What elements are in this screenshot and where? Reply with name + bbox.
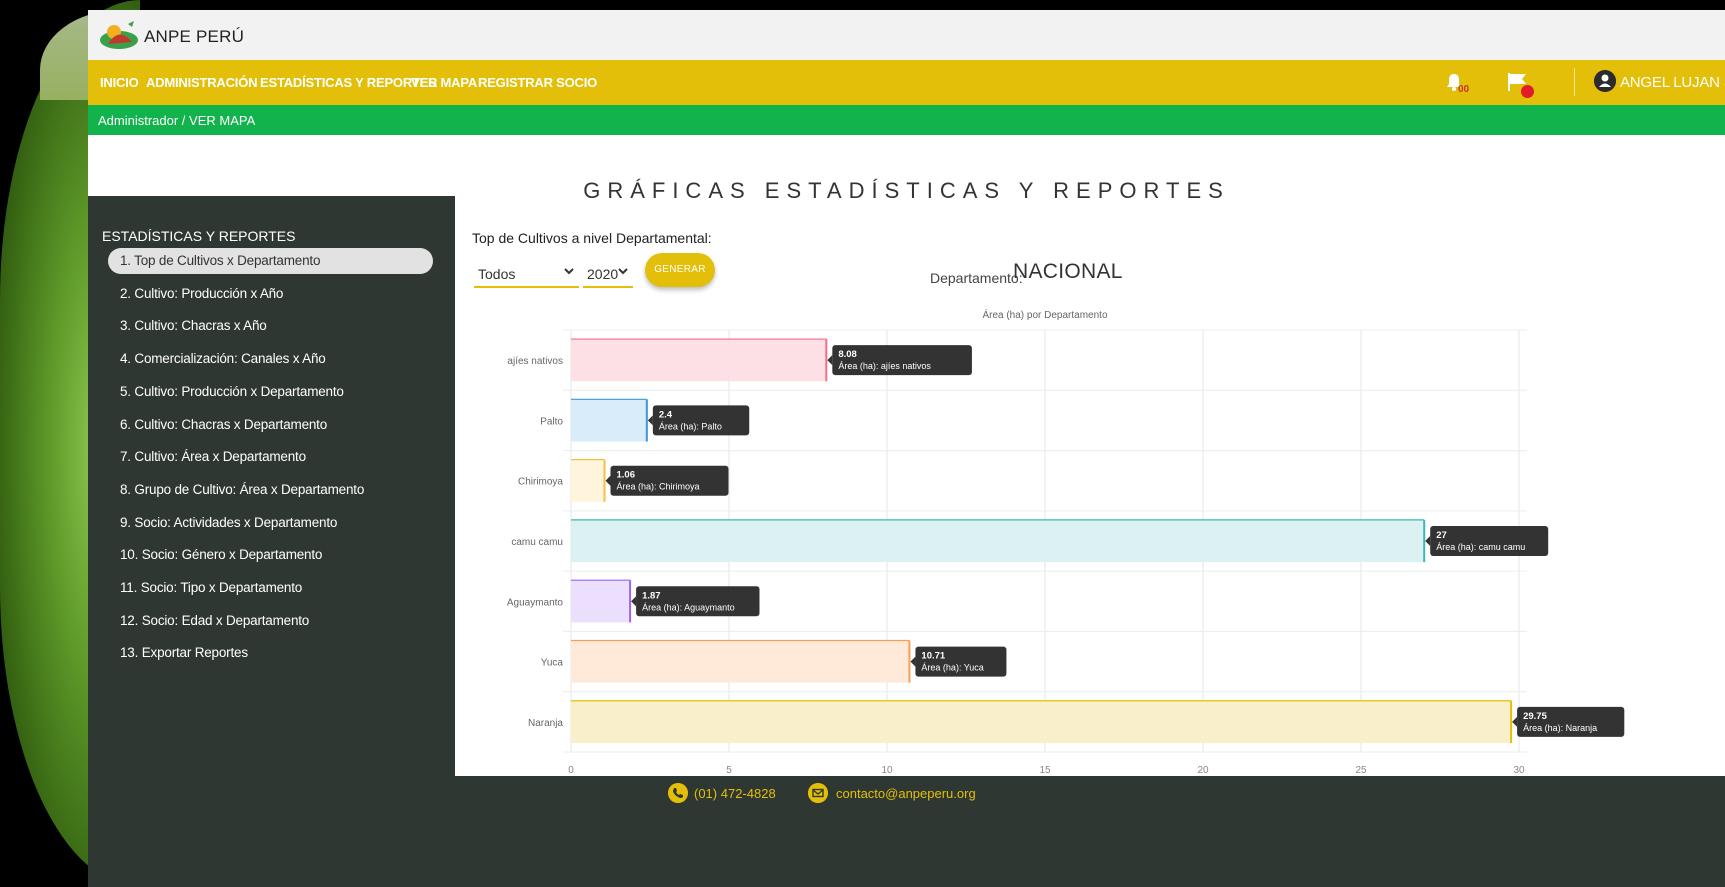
nav-item-inicio[interactable]: INICIO	[100, 75, 139, 90]
app-window: ANPE PERÚ INICIO ADMINISTRACIÓN ESTADÍST…	[88, 10, 1725, 887]
content-heading: Top de Cultivos a nivel Departamental:	[472, 230, 712, 246]
tooltip-label: Área (ha): camu camu	[1436, 542, 1525, 552]
bar[interactable]	[571, 580, 631, 623]
sidebar-item-9[interactable]: 9. Socio: Actividades x Departamento	[108, 510, 433, 536]
sidebar-item-7[interactable]: 7. Cultivo: Área x Departamento	[108, 444, 433, 470]
sidebar-title: ESTADÍSTICAS Y REPORTES	[102, 228, 296, 244]
tooltip-value: 29.75	[1523, 711, 1547, 722]
brand-name: ANPE PERÚ	[144, 27, 245, 46]
user-avatar-icon[interactable]	[1594, 70, 1616, 92]
tooltip-caret	[605, 475, 611, 486]
tooltip-caret	[1512, 716, 1518, 727]
department-label: Departamento:	[930, 270, 1023, 286]
bar[interactable]	[571, 339, 827, 382]
tooltip-label: Área (ha): Yuca	[921, 663, 983, 673]
bar[interactable]	[571, 519, 1425, 563]
department-select[interactable]: Todos	[474, 260, 579, 288]
tooltip-caret	[647, 415, 653, 426]
tooltip-label: Área (ha): Palto	[659, 421, 722, 431]
x-tick-label: 20	[1197, 765, 1209, 776]
bar[interactable]	[571, 640, 910, 683]
nav-item-ver-mapa[interactable]: VER MAPA	[411, 75, 477, 90]
sidebar-item-2[interactable]: 2. Cultivo: Producción x Año	[108, 281, 433, 307]
footer: (01) 472-4828 contacto@anpeperu.org	[88, 776, 1725, 887]
tooltip-value: 2.4	[659, 409, 673, 420]
year-select-value: 2020	[587, 266, 619, 282]
x-tick-label: 0	[568, 765, 574, 776]
main-navbar: INICIO ADMINISTRACIÓN ESTADÍSTICAS Y REP…	[88, 60, 1725, 105]
y-category-label: Palto	[540, 416, 563, 427]
sidebar-item-10[interactable]: 10. Socio: Género x Departamento	[108, 542, 433, 568]
nav-item-administracion[interactable]: ADMINISTRACIÓN	[146, 75, 258, 90]
notification-count: 00	[1458, 84, 1470, 95]
bar[interactable]	[571, 399, 647, 442]
department-select-value: Todos	[478, 266, 516, 282]
y-category-label: Yuca	[541, 658, 564, 669]
bar[interactable]	[571, 700, 1512, 743]
y-category-label: Chirimoya	[518, 477, 563, 488]
tooltip-value: 27	[1436, 530, 1447, 541]
sidebar-item-5[interactable]: 5. Cultivo: Producción x Departamento	[108, 379, 433, 405]
area-bar-chart: Área (ha) por Departamento 0 5 10 15 20 25 30 aj…	[507, 308, 1625, 776]
x-tick-label: 15	[1039, 765, 1051, 776]
sidebar-item-4[interactable]: 4. Comercialización: Canales x Año	[108, 346, 433, 372]
breadcrumb-bar: Administrador / VER MAPA	[88, 105, 1725, 135]
sidebar-item-13[interactable]: 13. Exportar Reportes	[108, 640, 433, 666]
tooltip-label: Área (ha): ajíes nativos	[838, 361, 931, 371]
tooltip-caret	[827, 355, 833, 366]
chart-title: Área (ha) por Departamento	[982, 308, 1108, 321]
bar[interactable]	[571, 459, 605, 502]
sidebar-item-3[interactable]: 3. Cultivo: Chacras x Año	[108, 313, 433, 339]
mail-icon	[808, 783, 828, 803]
y-category-label: Aguaymanto	[507, 597, 564, 608]
tooltip-caret	[1425, 536, 1431, 546]
brand-bar: ANPE PERÚ	[88, 10, 1725, 60]
tooltip-caret	[910, 656, 916, 667]
department-value: NACIONAL	[1013, 260, 1123, 283]
y-category-label: camu camu	[511, 537, 563, 548]
email-link[interactable]: contacto@anpeperu.org	[836, 786, 976, 801]
screen: ANPE PERÚ INICIO ADMINISTRACIÓN ESTADÍST…	[0, 0, 1725, 887]
alert-dot	[1521, 85, 1534, 98]
breadcrumb[interactable]: Administrador / VER MAPA	[98, 113, 255, 128]
x-tick-label: 30	[1513, 765, 1525, 776]
tooltip-label: Área (ha): Chirimoya	[616, 482, 699, 492]
phone-link[interactable]: (01) 472-4828	[694, 786, 776, 801]
sidebar-item-11[interactable]: 11. Socio: Tipo x Departamento	[108, 575, 433, 601]
nav-divider	[1574, 68, 1575, 96]
tooltip-caret	[631, 596, 637, 607]
y-category-label: ajíes nativos	[507, 356, 563, 367]
phone-icon	[668, 783, 688, 803]
chevron-down-icon	[564, 268, 574, 275]
generate-button[interactable]: GENERAR	[645, 253, 715, 287]
tooltip-value: 8.08	[838, 349, 857, 360]
sidebar-item-8[interactable]: 8. Grupo de Cultivo: Área x Departamento	[108, 477, 433, 503]
logo-icon[interactable]	[98, 20, 140, 50]
tooltip-label: Área (ha): Naranja	[1523, 723, 1597, 733]
tooltip-value: 10.71	[921, 651, 945, 662]
x-tick-label: 5	[726, 765, 732, 776]
nav-item-registrar-socio[interactable]: REGISTRAR SOCIO	[478, 75, 597, 90]
chevron-down-icon	[618, 268, 628, 275]
user-name[interactable]: ANGEL LUJAN SANCHEZ	[1620, 74, 1725, 91]
sidebar-item-1[interactable]: 1. Top de Cultivos x Departamento	[108, 248, 433, 274]
sidebar: ESTADÍSTICAS Y REPORTES 1. Top de Cultiv…	[88, 196, 455, 776]
sidebar-item-12[interactable]: 12. Socio: Edad x Departamento	[108, 608, 433, 634]
tooltip-value: 1.06	[616, 470, 635, 481]
x-tick-label: 25	[1355, 765, 1367, 776]
year-select[interactable]: 2020	[583, 260, 633, 288]
tooltip-label: Área (ha): Aguaymanto	[642, 602, 735, 612]
tooltip-value: 1.87	[642, 590, 661, 601]
sidebar-item-6[interactable]: 6. Cultivo: Chacras x Departamento	[108, 412, 433, 438]
x-tick-label: 10	[881, 765, 893, 776]
y-category-label: Naranja	[528, 718, 563, 729]
